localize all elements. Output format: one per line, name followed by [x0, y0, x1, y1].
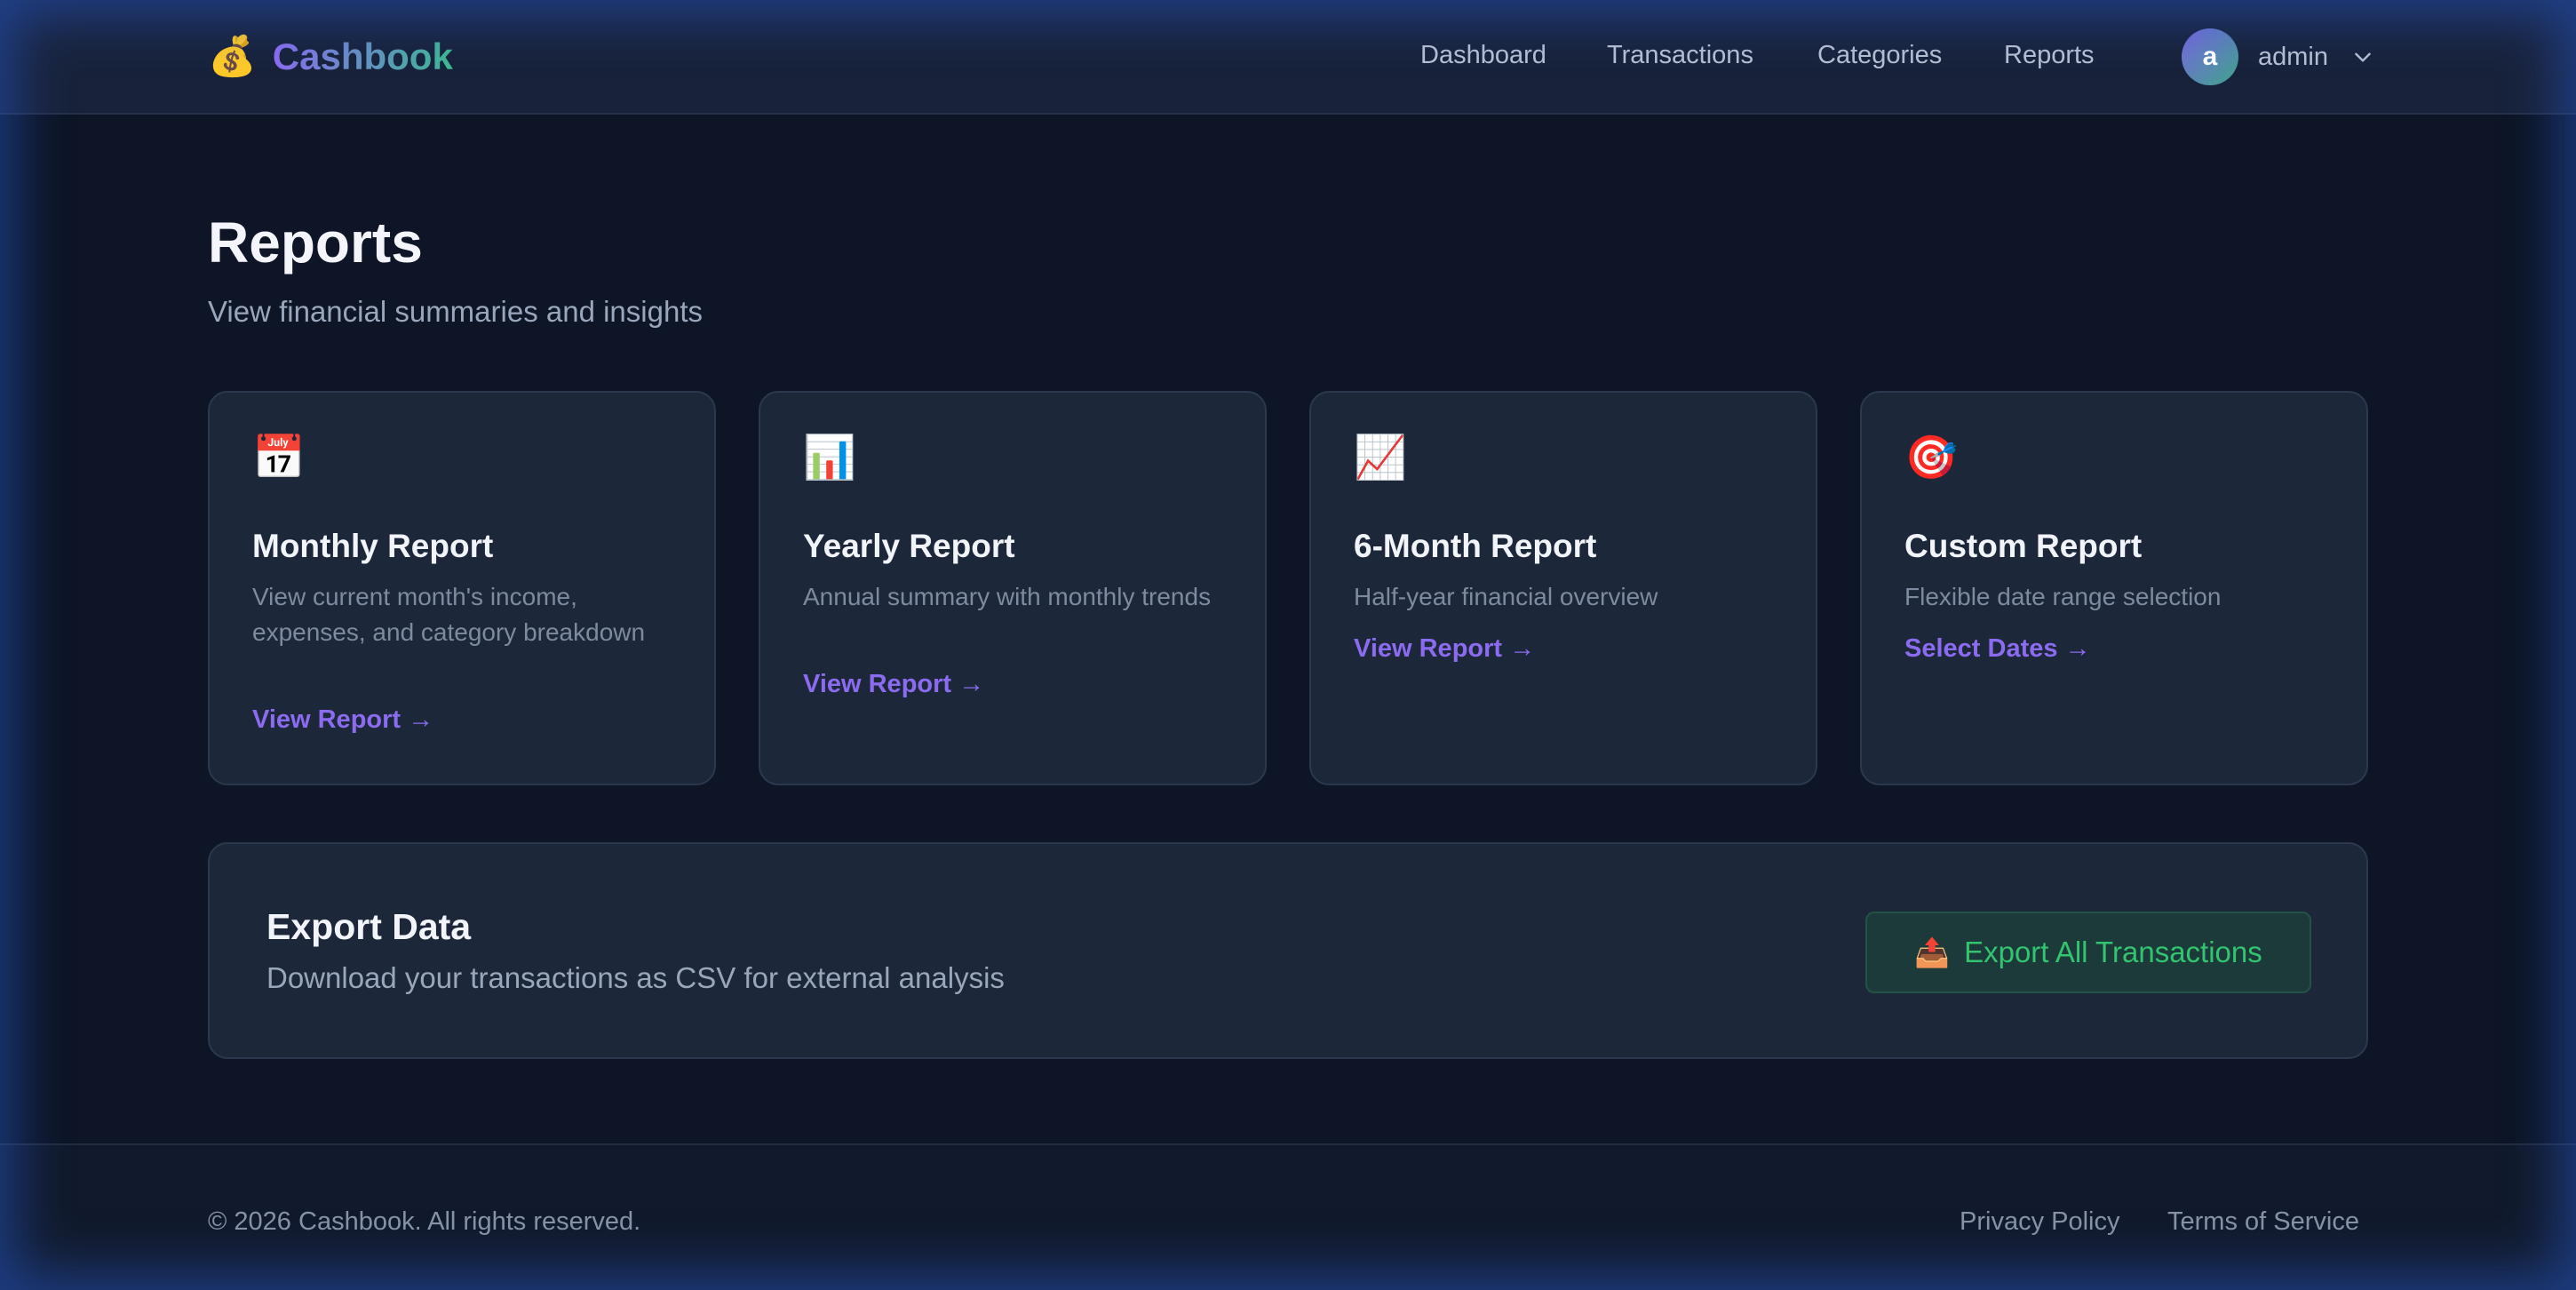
- card-title: Custom Report: [1904, 528, 2143, 564]
- chevron-down-icon: [2355, 52, 2371, 62]
- bar-chart-icon: 📊: [803, 434, 856, 482]
- export-title: Export Data: [266, 906, 472, 947]
- brand-name: Cashbook: [272, 36, 453, 77]
- brand-logo[interactable]: 💰 Cashbook: [208, 30, 453, 84]
- user-name: admin: [2258, 42, 2328, 71]
- yearly-report-card[interactable]: 📊 Yearly Report Annual summary with mont…: [759, 391, 1267, 785]
- select-dates-link[interactable]: Select Dates →: [1904, 634, 2091, 664]
- money-bag-icon: 💰: [208, 35, 257, 78]
- card-description: Half-year financial overview: [1354, 583, 1658, 610]
- card-description: Annual summary with monthly trends: [803, 583, 1212, 610]
- nav-transactions[interactable]: Transactions: [1607, 41, 1753, 70]
- terms-of-service-link[interactable]: Terms of Service: [2167, 1207, 2359, 1237]
- view-report-link[interactable]: View Report →: [1354, 634, 1535, 664]
- view-report-link[interactable]: View Report →: [803, 670, 984, 699]
- nav-dashboard[interactable]: Dashboard: [1420, 41, 1546, 70]
- custom-report-card[interactable]: 🎯 Custom Report Flexible date range sele…: [1860, 391, 2368, 785]
- outbox-tray-icon: 📤: [1914, 936, 1951, 968]
- card-title: Monthly Report: [252, 528, 494, 564]
- export-button-label: Export All Transactions: [1964, 936, 2262, 968]
- card-description: Flexible date range selection: [1904, 583, 2222, 610]
- copyright-text: © 2026 Cashbook. All rights reserved.: [208, 1207, 641, 1236]
- calendar-icon: 📅: [252, 434, 306, 482]
- monthly-report-card[interactable]: 📅 Monthly Report View current month's in…: [208, 391, 716, 785]
- footer: © 2026 Cashbook. All rights reserved. Pr…: [0, 1143, 2576, 1290]
- export-description: Download your transactions as CSV for ex…: [266, 961, 1005, 994]
- view-report-link[interactable]: View Report →: [252, 705, 433, 735]
- card-title: 6-Month Report: [1354, 528, 1597, 564]
- card-description: View current month's income, expenses, a…: [252, 583, 646, 646]
- page-title: Reports: [208, 211, 423, 275]
- user-menu[interactable]: a admin: [2182, 28, 2374, 85]
- trend-chart-icon: 📈: [1354, 434, 1407, 482]
- export-panel: Export Data Download your transactions a…: [208, 842, 2368, 1059]
- six-month-report-card[interactable]: 📈 6-Month Report Half-year financial ove…: [1309, 391, 1817, 785]
- nav-categories[interactable]: Categories: [1817, 41, 1942, 70]
- privacy-policy-link[interactable]: Privacy Policy: [1960, 1207, 2120, 1237]
- card-title: Yearly Report: [803, 528, 1015, 564]
- nav-reports[interactable]: Reports: [2004, 41, 2095, 70]
- page-subtitle: View financial summaries and insights: [208, 295, 703, 328]
- avatar: a: [2182, 28, 2238, 85]
- target-icon: 🎯: [1904, 434, 1958, 482]
- top-navbar: 💰 Cashbook Dashboard Transactions Catego…: [0, 0, 2576, 115]
- export-all-button[interactable]: 📤 Export All Transactions: [1865, 912, 2311, 993]
